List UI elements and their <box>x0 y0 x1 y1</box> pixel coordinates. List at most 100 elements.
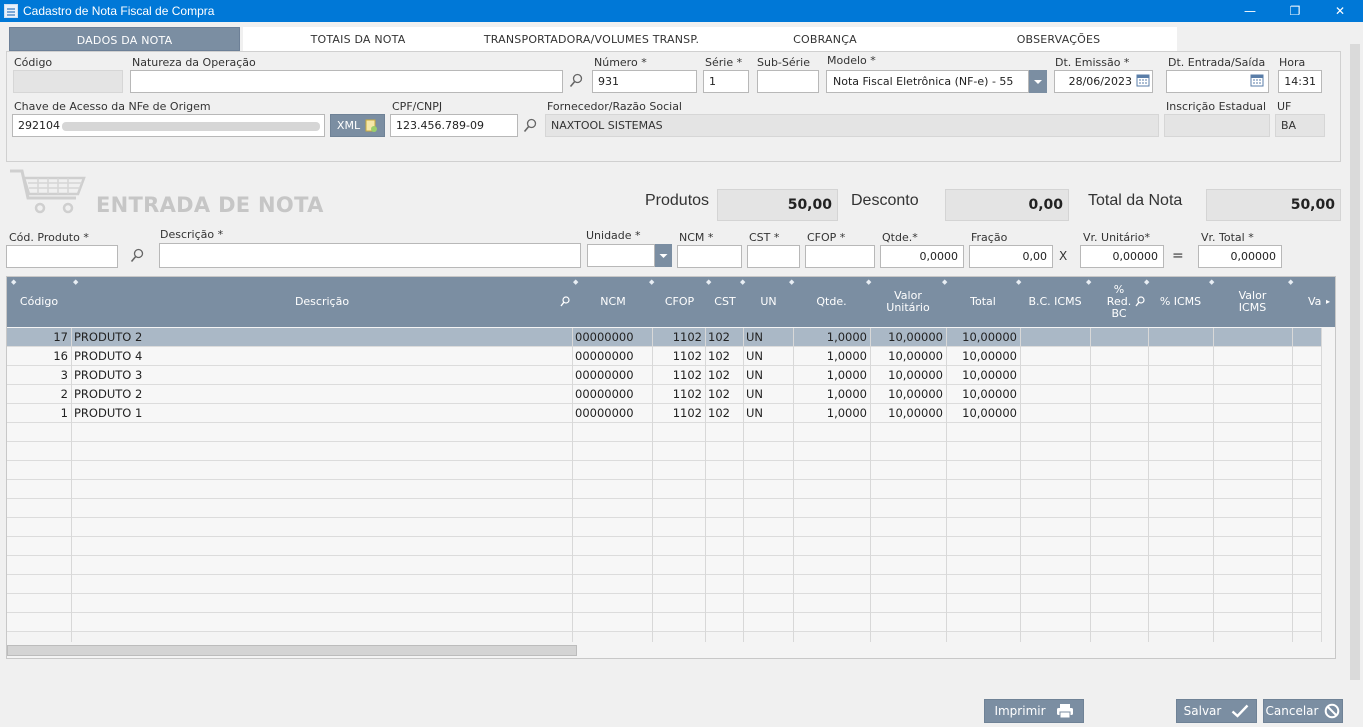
cell-codigo: 3 <box>60 368 68 382</box>
modelo-select[interactable]: Nota Fiscal Eletrônica (NF-e) - 55 <box>826 70 1029 93</box>
cancel-icon <box>1325 703 1340 719</box>
search-icon[interactable] <box>130 248 144 264</box>
fracao-field[interactable]: 0,00 <box>969 245 1053 268</box>
tab-observacoes[interactable]: OBSERVAÇÕES <box>940 27 1177 51</box>
numero-field[interactable]: 931 <box>592 70 697 93</box>
search-icon[interactable] <box>569 73 583 89</box>
search-icon[interactable] <box>560 296 570 311</box>
col-header-descricao[interactable]: Descrição <box>71 277 573 327</box>
total-nota-value: 50,00 <box>1206 189 1341 221</box>
calendar-icon[interactable] <box>1136 73 1150 90</box>
cod-produto-field[interactable] <box>6 245 118 268</box>
minimize-button[interactable]: — <box>1227 0 1273 22</box>
col-header-valor-unitario[interactable]: Valor Unitário <box>870 277 946 327</box>
serie-field[interactable]: 1 <box>703 70 749 93</box>
grid-divider <box>1321 328 1322 642</box>
empty-table-row[interactable] <box>7 499 1321 518</box>
empty-table-row[interactable] <box>7 461 1321 480</box>
maximize-button[interactable]: ❐ <box>1272 0 1318 22</box>
app-icon <box>4 4 18 18</box>
tab-cobranca[interactable]: COBRANÇA <box>710 27 940 51</box>
save-button-label: Salvar <box>1183 704 1222 718</box>
search-icon[interactable] <box>523 118 537 134</box>
cell-cst: 102 <box>708 406 730 420</box>
empty-table-row[interactable] <box>7 423 1321 442</box>
chave-blurred-region <box>62 121 320 131</box>
subserie-field[interactable] <box>757 70 819 93</box>
vr-unitario-field[interactable]: 0,00000 <box>1080 245 1164 268</box>
cpf-cnpj-label: CPF/CNPJ <box>392 100 443 113</box>
cell-un: UN <box>746 406 764 420</box>
cancel-button[interactable]: Cancelar <box>1263 699 1343 723</box>
unidade-dropdown-button[interactable] <box>655 244 672 267</box>
xml-import-button[interactable]: XML <box>330 114 385 137</box>
empty-table-row[interactable] <box>7 613 1321 632</box>
printer-icon <box>1056 704 1073 719</box>
save-button[interactable]: Salvar <box>1176 699 1257 723</box>
chave-label: Chave de Acesso da NFe de Origem <box>14 100 211 113</box>
col-header-cfop[interactable]: CFOP <box>653 277 706 327</box>
col-header-ncm[interactable]: NCM <box>573 277 653 327</box>
unidade-select[interactable] <box>587 244 655 267</box>
desconto-label: Desconto <box>851 192 919 209</box>
table-row[interactable]: 1 PRODUTO 1 00000000 1102 102 UN 1,0000 10,0000… <box>7 404 1321 423</box>
empty-table-row[interactable] <box>7 594 1321 613</box>
modelo-dropdown-button[interactable] <box>1029 70 1047 93</box>
cpf-cnpj-field[interactable]: 123.456.789-09 <box>390 114 518 137</box>
grid-divider <box>946 328 947 642</box>
empty-table-row[interactable] <box>7 518 1321 537</box>
cell-un: UN <box>746 330 764 344</box>
cell-un: UN <box>746 349 764 363</box>
cst-field[interactable] <box>747 245 800 268</box>
col-header-codigo[interactable]: Código <box>7 277 71 327</box>
cfop-field[interactable] <box>805 245 875 268</box>
col-header-bc-icms[interactable]: B.C. ICMS <box>1020 277 1090 327</box>
table-row[interactable]: 3 PRODUTO 3 00000000 1102 102 UN 1,0000 10,0000… <box>7 366 1321 385</box>
col-header-qtde[interactable]: Qtde. <box>793 277 870 327</box>
search-icon[interactable] <box>1135 296 1145 311</box>
cell-total: 10,00000 <box>962 330 1017 344</box>
scroll-right-icon[interactable]: ▸ <box>1326 297 1330 306</box>
table-row[interactable]: 2 PRODUTO 2 00000000 1102 102 UN 1,0000 10,0000… <box>7 385 1321 404</box>
col-header-icms[interactable]: % ICMS <box>1148 277 1213 327</box>
inscricao-field <box>1164 114 1270 137</box>
natureza-field[interactable] <box>130 70 563 93</box>
vertical-scrollbar[interactable] <box>1350 44 1360 680</box>
vr-total-label: Vr. Total * <box>1201 231 1254 244</box>
close-button[interactable]: ✕ <box>1317 0 1363 22</box>
grid-divider <box>652 328 653 642</box>
horizontal-scrollbar[interactable] <box>7 645 577 656</box>
tab-totais-da-nota[interactable]: TOTAIS DA NOTA <box>243 27 473 51</box>
qtde-field[interactable]: 0,0000 <box>880 245 964 268</box>
table-row[interactable]: 16 PRODUTO 4 00000000 1102 102 UN 1,0000 10,000… <box>7 347 1321 366</box>
cell-cst: 102 <box>708 349 730 363</box>
col-header-un[interactable]: UN <box>744 277 793 327</box>
empty-table-row[interactable] <box>7 575 1321 594</box>
chave-value: 292104 <box>18 119 60 132</box>
empty-table-row[interactable] <box>7 537 1321 556</box>
grid-divider <box>743 328 744 642</box>
subserie-label: Sub-Série <box>757 56 811 69</box>
col-header-total[interactable]: Total <box>946 277 1020 327</box>
table-row[interactable]: 17 PRODUTO 2 00000000 1102 102 UN 1,0000 10,000… <box>7 328 1321 347</box>
fornecedor-label: Fornecedor/Razão Social <box>547 100 682 113</box>
descricao-field[interactable] <box>159 243 581 268</box>
calendar-icon[interactable] <box>1250 73 1264 90</box>
chave-field[interactable]: 292104 <box>12 114 325 137</box>
sort-icon: ◆ <box>866 278 872 286</box>
hora-field[interactable]: 14:31 <box>1278 70 1322 93</box>
col-header-cst[interactable]: CST <box>706 277 744 327</box>
tab-transportadora[interactable]: TRANSPORTADORA/VOLUMES TRANSP. <box>473 27 710 51</box>
print-button[interactable]: Imprimir <box>984 699 1084 723</box>
cell-descricao: PRODUTO 3 <box>74 368 143 382</box>
chevron-down-icon <box>659 254 668 258</box>
grid-divider <box>71 328 72 642</box>
empty-table-row[interactable] <box>7 556 1321 575</box>
col-header-valor-icms[interactable]: Valor ICMS <box>1213 277 1292 327</box>
empty-table-row[interactable] <box>7 442 1321 461</box>
empty-table-row[interactable] <box>7 480 1321 499</box>
ncm-field[interactable] <box>677 245 742 268</box>
tab-dados-da-nota[interactable]: DADOS DA NOTA <box>9 27 240 51</box>
grid-header: Código Descrição NCM CFOP CST UN Qtde. V… <box>7 277 1335 327</box>
vr-total-field[interactable]: 0,00000 <box>1198 245 1282 268</box>
